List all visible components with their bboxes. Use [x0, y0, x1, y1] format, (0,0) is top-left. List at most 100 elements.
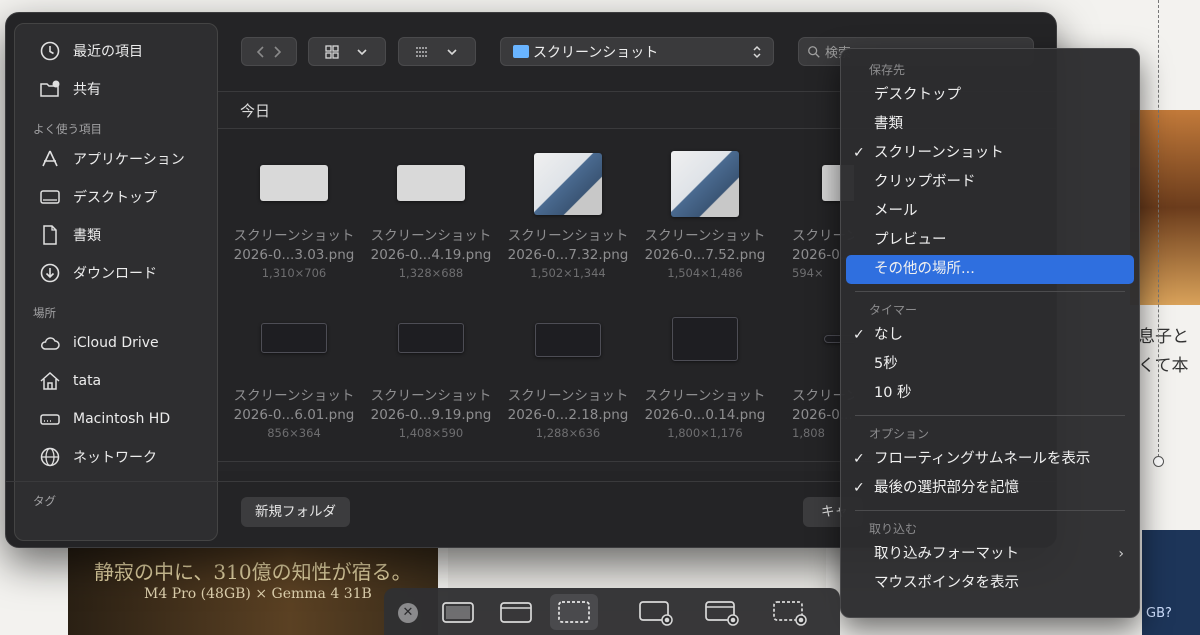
- globe-icon: [37, 446, 63, 468]
- checkmark-icon: ✓: [853, 145, 865, 161]
- file-item[interactable]: スクリーンショット 2026-0...0.14.png 1,800×1,176: [637, 317, 773, 441]
- capture-window-icon[interactable]: [492, 594, 540, 630]
- menu-item-label: デスクトップ: [874, 87, 961, 103]
- new-folder-button[interactable]: 新規フォルダ: [241, 497, 350, 527]
- file-dimensions: 1,328×688: [398, 266, 464, 280]
- file-item[interactable]: スクリーンショット 2026-0...2.18.png 1,288×636: [500, 323, 636, 441]
- sidebar-item-label: iCloud Drive: [73, 335, 159, 351]
- chevron-updown-icon: [753, 45, 761, 58]
- menu-item-screenshots[interactable]: ✓ スクリーンショット: [846, 139, 1134, 168]
- menu-item-label: フローティングサムネールを表示: [874, 451, 1091, 467]
- group-mode-button[interactable]: [398, 37, 476, 66]
- menu-item-label: スクリーンショット: [874, 145, 1004, 161]
- chevron-right-icon[interactable]: [269, 44, 285, 60]
- menu-item-documents[interactable]: 書類: [846, 110, 1134, 139]
- sidebar-item-label: 共有: [73, 82, 101, 98]
- sidebar-item-label: tata: [73, 373, 102, 389]
- sidebar-item-downloads[interactable]: ダウンロード: [15, 254, 217, 292]
- document-icon: [37, 224, 63, 246]
- sidebar-item-label: 書類: [73, 228, 101, 244]
- sidebar-item-icloud[interactable]: iCloud Drive: [15, 324, 217, 362]
- sidebar-item-documents[interactable]: 書類: [15, 216, 217, 254]
- file-name: スクリーンショット: [370, 228, 492, 244]
- menu-item-timer-10s[interactable]: 10 秒: [846, 379, 1134, 408]
- sidebar-item-label: ネットワーク: [73, 450, 157, 466]
- sidebar-item-network[interactable]: ネットワーク: [15, 438, 217, 476]
- file-name: スクリーンショット: [370, 388, 492, 404]
- file-thumbnail: [260, 165, 328, 201]
- file-thumbnail: [261, 323, 327, 353]
- background-text: 息子と: [1138, 327, 1189, 347]
- menu-item-label: クリップボード: [874, 174, 976, 190]
- menu-separator: [855, 291, 1125, 292]
- search-icon: [808, 45, 820, 58]
- file-thumbnail: [671, 151, 739, 217]
- file-name-suffix: 2026-0...3.03.png: [233, 247, 355, 263]
- banner-subtitle: M4 Pro (48GB) × Gemma 4 31B: [144, 586, 372, 602]
- checkmark-icon: ✓: [853, 451, 865, 467]
- file-name: スクリーンショット: [507, 228, 629, 244]
- back-forward-buttons[interactable]: [241, 37, 297, 66]
- chevron-left-icon[interactable]: [253, 44, 269, 60]
- menu-item-other-location[interactable]: その他の場所...: [846, 255, 1134, 284]
- sidebar-item-desktop[interactable]: デスクトップ: [15, 178, 217, 216]
- menu-item-label: 5秒: [874, 356, 898, 372]
- file-item[interactable]: スクリーンショット 2026-0...3.03.png 1,310×706: [226, 151, 362, 281]
- file-item[interactable]: スクリーンショット 2026-0...6.01.png 856×364: [226, 323, 362, 441]
- record-selection-icon[interactable]: [766, 594, 814, 630]
- sidebar-item-label: Macintosh HD: [73, 411, 171, 427]
- close-icon[interactable]: ✕: [398, 603, 418, 623]
- menu-header-timer: タイマー: [869, 303, 918, 317]
- clock-icon: [37, 40, 63, 62]
- file-name: スクリーンショット: [507, 388, 629, 404]
- capture-entire-screen-icon[interactable]: [434, 594, 482, 630]
- file-name: スクリーンショット: [233, 228, 355, 244]
- menu-item-clipboard[interactable]: クリップボード: [846, 168, 1134, 197]
- menu-item-label: プレビュー: [874, 232, 947, 248]
- file-dimensions: 1,288×636: [535, 426, 601, 440]
- applications-icon: [37, 148, 63, 170]
- grid-icon: [325, 44, 339, 59]
- menu-item-timer-5s[interactable]: 5秒: [846, 350, 1134, 379]
- file-thumbnail: [672, 317, 738, 361]
- background-ad: GB?: [1142, 530, 1200, 635]
- path-popup[interactable]: スクリーンショット: [500, 37, 774, 66]
- file-name: スクリーンショット: [644, 228, 766, 244]
- menu-item-desktop[interactable]: デスクトップ: [846, 81, 1134, 110]
- menu-item-show-pointer[interactable]: マウスポインタを表示: [846, 569, 1134, 598]
- record-window-icon[interactable]: [698, 594, 746, 630]
- file-item[interactable]: スクリーンショット 2026-0...9.19.png 1,408×590: [363, 323, 499, 441]
- menu-item-label: 最後の選択部分を記憶: [874, 480, 1019, 496]
- sidebar-item-home[interactable]: tata: [15, 362, 217, 400]
- menu-item-label: 10 秒: [874, 385, 912, 401]
- sidebar-item-shared[interactable]: 共有: [15, 70, 217, 108]
- record-screen-icon[interactable]: [632, 594, 680, 630]
- selection-handle[interactable]: [1153, 456, 1164, 467]
- file-thumbnail: [534, 153, 602, 215]
- menu-item-mail[interactable]: メール: [846, 197, 1134, 226]
- file-thumbnail: [397, 165, 465, 201]
- checkmark-icon: ✓: [853, 480, 865, 496]
- menu-item-floating-thumbnail[interactable]: ✓ フローティングサムネールを表示: [846, 445, 1134, 474]
- capture-selection-icon[interactable]: [550, 594, 598, 630]
- folder-icon: [513, 45, 529, 58]
- menu-item-remember-selection[interactable]: ✓ 最後の選択部分を記憶: [846, 474, 1134, 503]
- menu-item-label: その他の場所...: [874, 261, 975, 277]
- file-item[interactable]: スクリーンショット 2026-0...7.32.png 1,502×1,344: [500, 151, 636, 281]
- menu-item-preview[interactable]: プレビュー: [846, 226, 1134, 255]
- submenu-arrow-icon: ›: [1118, 546, 1124, 562]
- view-mode-button[interactable]: [308, 37, 386, 66]
- file-dimensions: 1,408×590: [398, 426, 464, 440]
- sidebar-item-label: デスクトップ: [73, 190, 157, 206]
- file-item[interactable]: スクリーンショット 2026-0...7.52.png 1,504×1,486: [637, 151, 773, 281]
- sidebar-item-applications[interactable]: アプリケーション: [15, 140, 217, 178]
- sidebar-item-macintosh-hd[interactable]: Macintosh HD: [15, 400, 217, 438]
- menu-item-capture-format[interactable]: 取り込みフォーマット ›: [846, 540, 1134, 569]
- home-icon: [37, 370, 63, 392]
- menu-item-timer-none[interactable]: ✓ なし: [846, 321, 1134, 350]
- sidebar-item-recents[interactable]: 最近の項目: [15, 32, 217, 70]
- chevron-down-icon: [447, 48, 457, 55]
- menu-item-label: 取り込みフォーマット: [874, 546, 1019, 562]
- file-item[interactable]: スクリーンショット 2026-0...4.19.png 1,328×688: [363, 151, 499, 281]
- shared-folder-icon: [37, 78, 63, 100]
